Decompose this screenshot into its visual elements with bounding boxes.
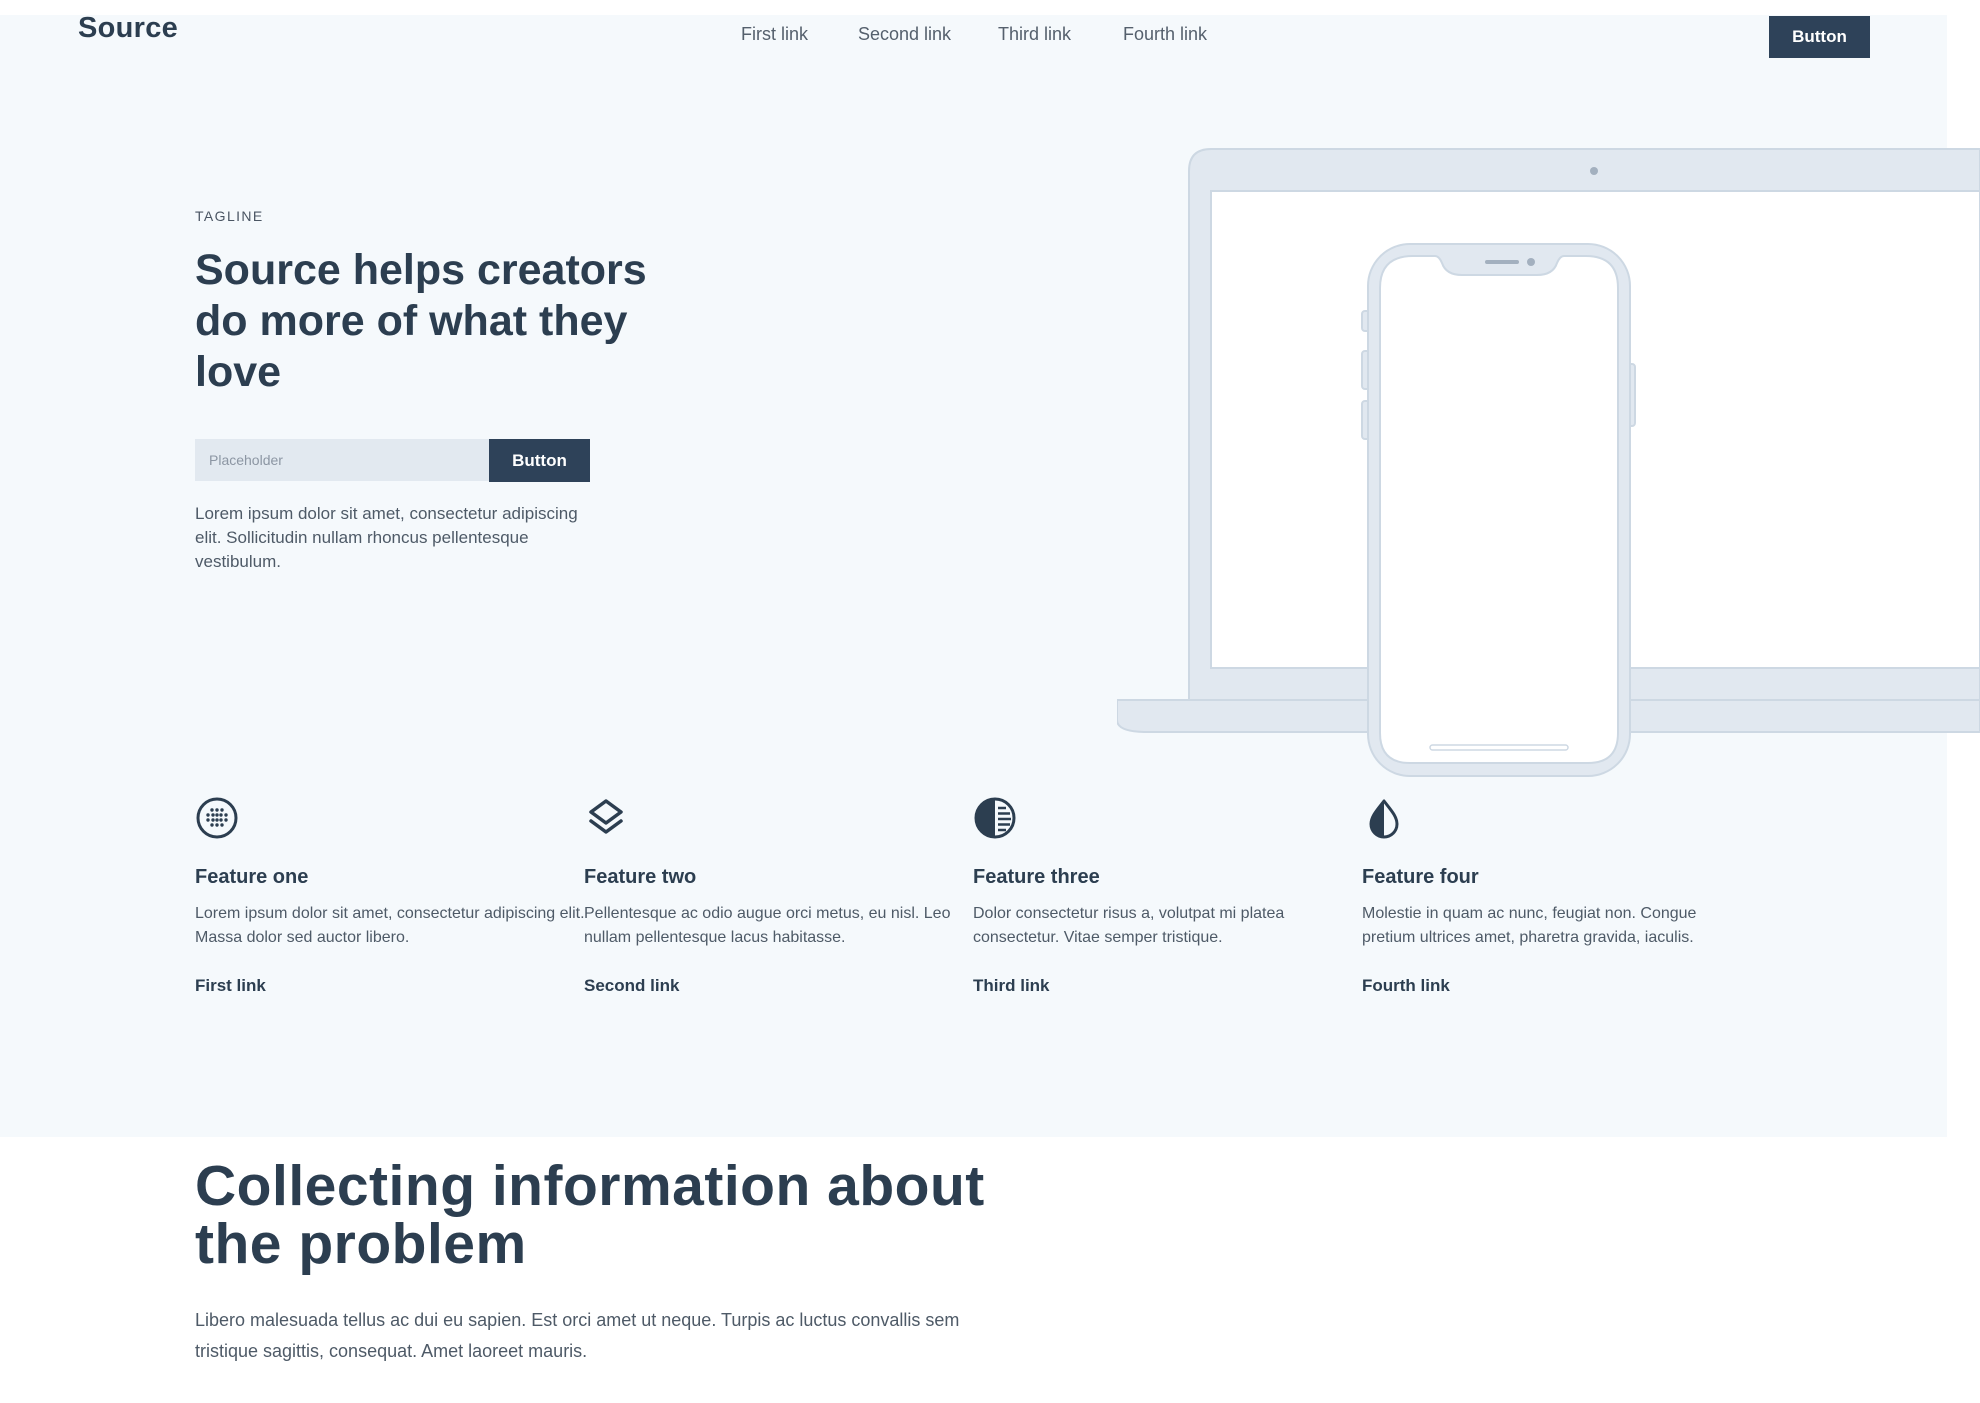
feature-link-third[interactable]: Third link (973, 976, 1050, 996)
feature-title: Feature four (1362, 866, 1479, 888)
nav-link-fourth[interactable]: Fourth link (1123, 24, 1207, 45)
feature-title: Feature two (584, 866, 697, 888)
feature-description: Lorem ipsum dolor sit amet, consectetur … (195, 905, 585, 946)
devices-illustration (1117, 148, 1980, 777)
feature-title: Feature one (195, 866, 309, 888)
phone-illustration (1361, 243, 1636, 777)
feature-card-one: Feature one Lorem ipsum dolor sit amet, … (195, 796, 585, 995)
hero-description: Lorem ipsum dolor sit amet, consectetur … (195, 504, 578, 571)
layers-icon (589, 799, 623, 834)
hero-submit-button[interactable]: Button (489, 439, 590, 482)
laptop-camera (1590, 167, 1598, 175)
nav-link-first[interactable]: First link (741, 24, 808, 45)
nav-link-third[interactable]: Third link (998, 24, 1071, 45)
tagline: TAGLINE (195, 208, 264, 224)
half-circle-icon (974, 797, 1016, 839)
feature-description: Pellentesque ac odio augue orci metus, e… (584, 905, 951, 946)
feature-link-second[interactable]: Second link (584, 976, 679, 996)
phone-home-indicator (1429, 744, 1569, 751)
header-button[interactable]: Button (1769, 16, 1870, 58)
feature-description: Molestie in quam ac nunc, feugiat non. C… (1362, 905, 1697, 946)
section-title: Collecting information about the problem (195, 1154, 985, 1276)
feature-link-first[interactable]: First link (195, 976, 266, 996)
feature-link-fourth[interactable]: Fourth link (1362, 976, 1450, 996)
feature-title: Feature three (973, 866, 1100, 888)
phone-camera (1527, 258, 1535, 266)
phone-screen (1379, 255, 1619, 764)
feature-card-three: Feature three Dolor consectetur risus a,… (973, 796, 1363, 995)
nav-link-second[interactable]: Second link (858, 24, 951, 45)
logo[interactable]: Source (78, 12, 178, 45)
feature-card-two: Feature two Pellentesque ac odio augue o… (584, 796, 974, 995)
section-description: Libero malesuada tellus ac dui eu sapien… (195, 1310, 960, 1361)
globe-icon (196, 797, 238, 839)
feature-card-four: Feature four Molestie in quam ac nunc, f… (1362, 796, 1752, 995)
hero-headline: Source helps creators do more of what th… (195, 246, 647, 396)
feature-description: Dolor consectetur risus a, volutpat mi p… (973, 905, 1285, 946)
phone-speaker (1485, 260, 1519, 264)
hero-email-input[interactable] (195, 439, 517, 481)
drop-icon (1369, 799, 1399, 839)
